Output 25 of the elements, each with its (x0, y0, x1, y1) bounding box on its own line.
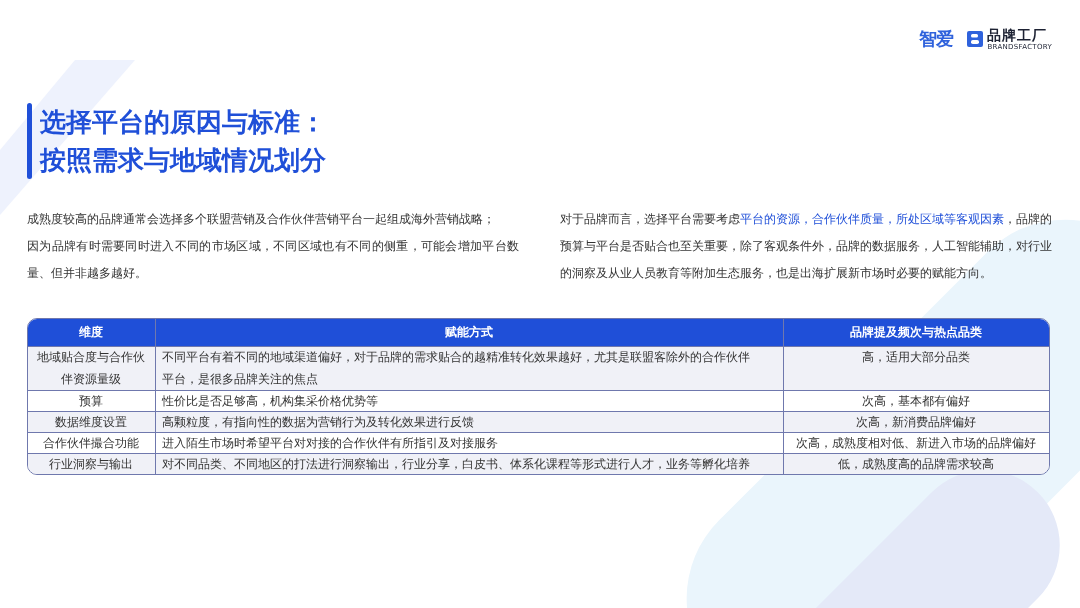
slide-title: 选择平台的原因与标准： 按照需求与地域情况划分 (40, 106, 326, 177)
table-cell: 合作伙伴撮合功能 (28, 432, 155, 454)
table-cell: 预算 (28, 390, 155, 412)
table-cell: 行业洞察与输出 (28, 453, 155, 474)
table-cell: 数据维度设置 (28, 411, 155, 433)
table-cell: 次高，成熟度相对低、新进入市场的品牌偏好 (783, 432, 1049, 454)
table-cell: 次高，新消费品牌偏好 (783, 411, 1049, 433)
table-cell: 对不同品类、不同地区的打法进行洞察输出，行业分享，白皮书、体系化课程等形式进行人才，业务等孵化培养 (155, 453, 783, 474)
intro-paragraph: 对于品牌而言，选择平台需要考虑平台的资源，合作伙伴质量，所处区域等客观因素，品牌的预算与平台是否贴合也至关重要，除了客观条件外，品牌的数据服务，人工智能辅助，对行业的洞察及从业人员教育等附加生态服务，也是出海扩展新市场时必要的赋能方向。 (560, 211, 1052, 282)
table-cell: 进入陌生市场时希望平台对对接的合作伙伴有所指引及对接服务 (155, 432, 783, 454)
intro-paragraph: 因为品牌有时需要同时进入不同的市场区域，不同区域也有不同的侧重，可能会增加平台数量、但并非越多越好。 (27, 238, 519, 282)
column-header: 品牌提及频次与热点品类 (783, 319, 1049, 347)
table-cell: 性价比是否足够高，机构集采价格优势等 (155, 390, 783, 412)
brand-name: 品牌工厂 (987, 27, 1048, 43)
column-header: 维度 (28, 319, 155, 347)
table-cell: 低，成熟度高的品牌需求较高 (783, 453, 1049, 474)
table-cell: 地域贴合度与合作伙伴资源量级 (28, 346, 155, 391)
intro-paragraph: 成熟度较高的品牌通常会选择多个联盟营销及合作伙伴营销平台一起组成海外营销战略； (27, 211, 496, 228)
table-cell: 高，适用大部分品类 (783, 346, 1049, 391)
brand-name: 智爱 (919, 27, 954, 51)
logo-icon (967, 31, 984, 47)
column-header: 赋能方式 (155, 319, 783, 347)
table-cell: 高颗粒度，有指向性的数据为营销行为及转化效果进行反馈 (155, 411, 783, 433)
table-cell: 不同平台有着不同的地域渠道偏好，对于品牌的需求贴合的越精准转化效果越好，尤其是联盟客除外的合作伙伴平台，是很多品牌关注的焦点 (155, 346, 783, 391)
table-cell: 次高，基本都有偏好 (783, 390, 1049, 412)
